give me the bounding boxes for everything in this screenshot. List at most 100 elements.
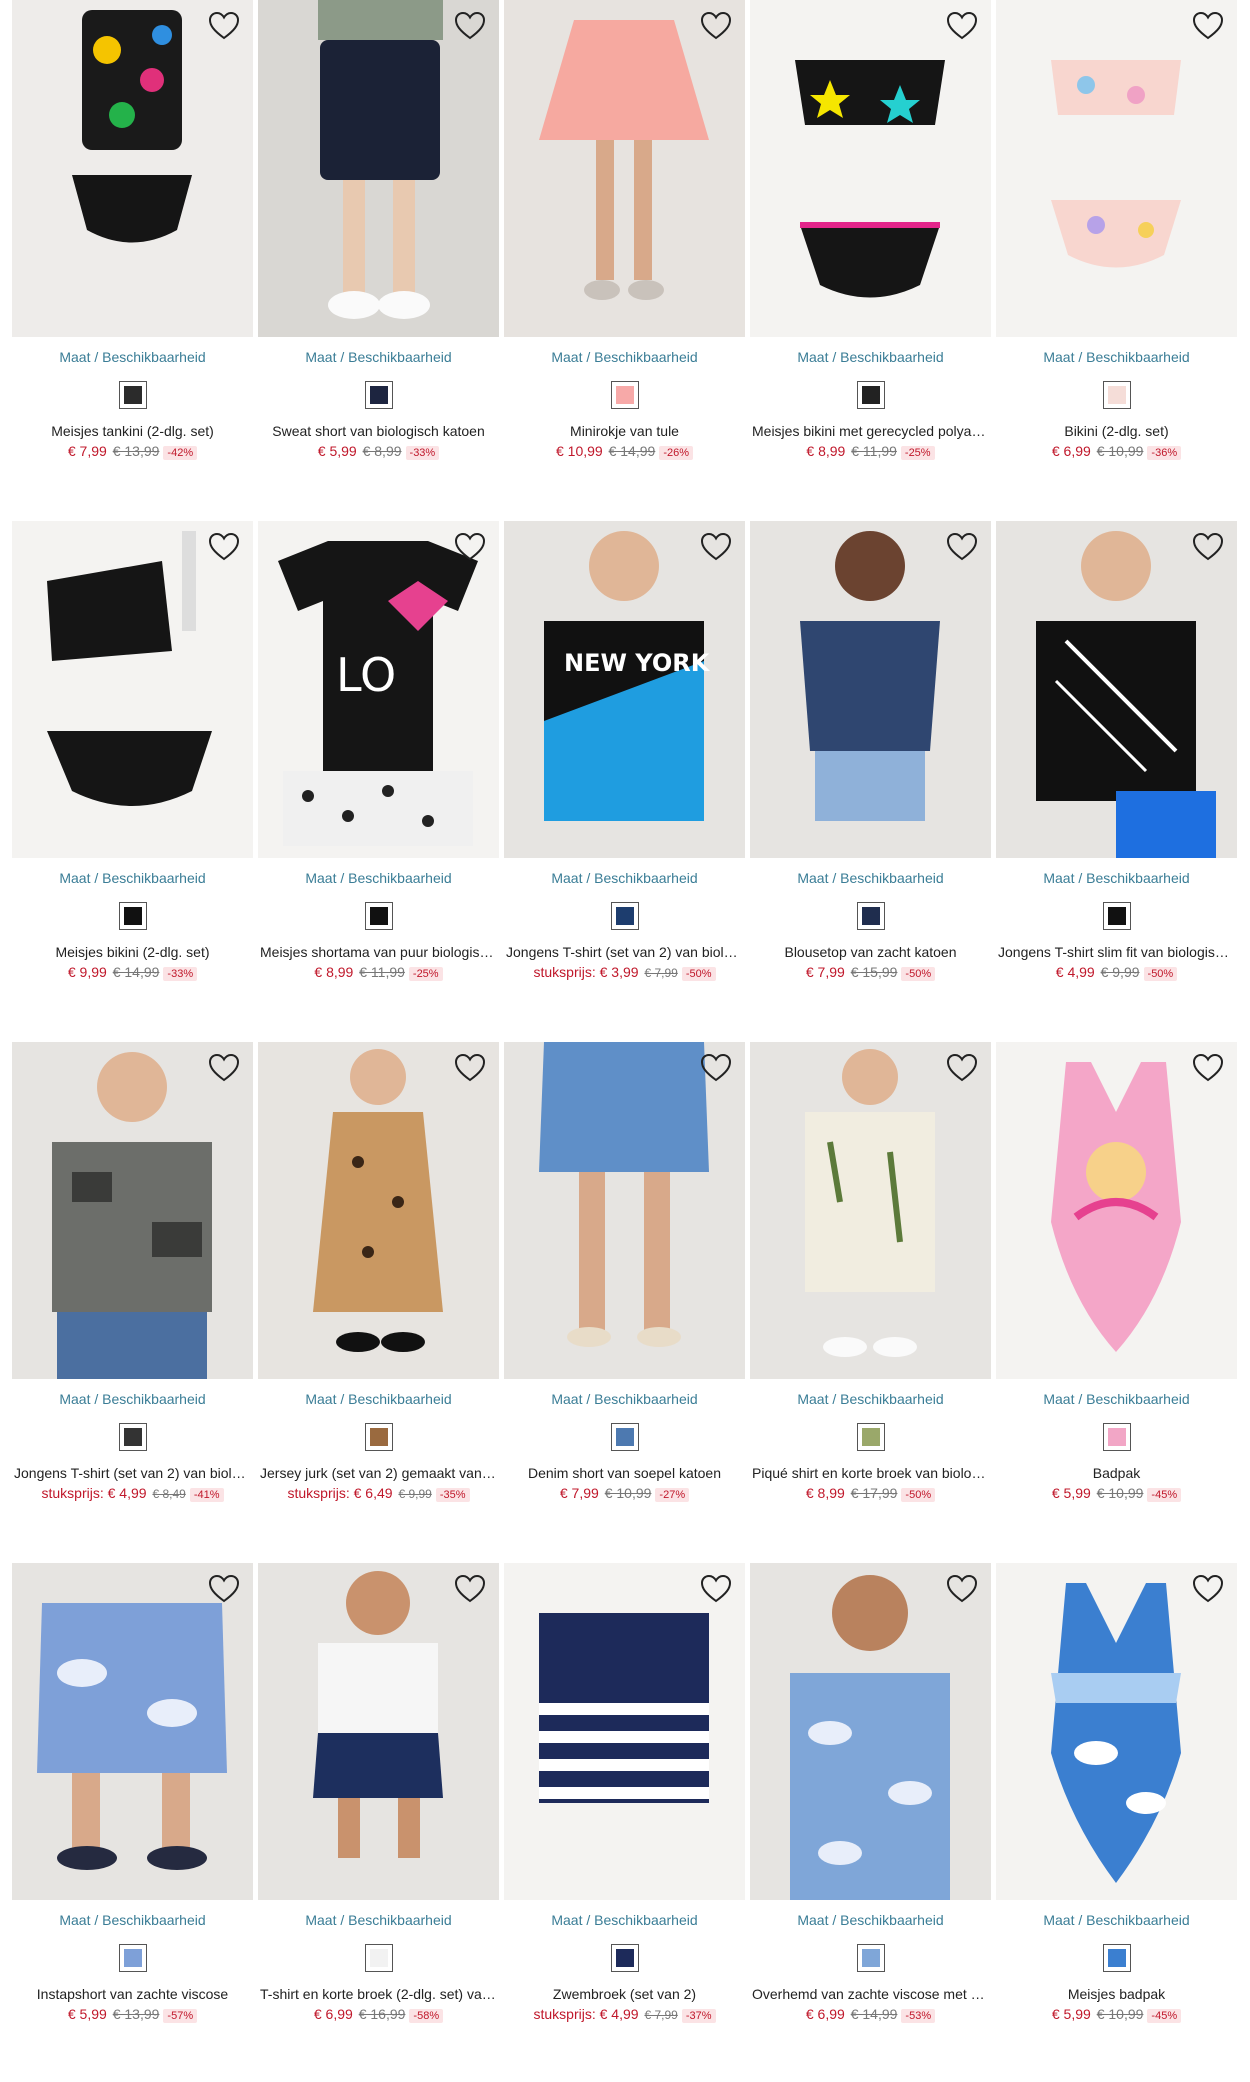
color-swatch[interactable] <box>1102 1423 1131 1451</box>
color-swatch[interactable] <box>856 902 885 930</box>
favorite-heart-icon[interactable] <box>453 531 487 563</box>
size-availability-link[interactable]: Maat / Beschikbaarheid <box>750 870 991 888</box>
product-title[interactable]: Jongens T-shirt (set van 2) van biologis… <box>504 944 745 960</box>
favorite-heart-icon[interactable] <box>699 531 733 563</box>
color-swatch[interactable] <box>856 381 885 409</box>
size-availability-link[interactable]: Maat / Beschikbaarheid <box>504 870 745 888</box>
product-title[interactable]: T-shirt en korte broek (2-dlg. set) van … <box>258 1986 499 2002</box>
size-availability-link[interactable]: Maat / Beschikbaarheid <box>258 1912 499 1930</box>
product-image[interactable] <box>996 521 1237 858</box>
color-swatch[interactable] <box>118 1423 147 1451</box>
size-availability-link[interactable]: Maat / Beschikbaarheid <box>504 1912 745 1930</box>
product-card[interactable]: Maat / Beschikbaarheid Piqué shirt en kor… <box>750 1042 991 1502</box>
product-card[interactable]: Maat / Beschikbaarheid Overhemd van zacht… <box>750 1563 991 2023</box>
product-title[interactable]: Meisjes bikini (2-dlg. set) <box>12 944 253 960</box>
product-card[interactable]: Maat / Beschikbaarheid Badpak € 5,99 € 10,… <box>996 1042 1237 1502</box>
product-card[interactable]: Maat / Beschikbaarheid Meisjes bikini (2-… <box>12 521 253 981</box>
favorite-heart-icon[interactable] <box>207 531 241 563</box>
size-availability-link[interactable]: Maat / Beschikbaarheid <box>996 870 1237 888</box>
product-title[interactable]: Jersey jurk (set van 2) gemaakt van biol… <box>258 1465 499 1481</box>
product-image[interactable]: LO <box>258 521 499 858</box>
size-availability-link[interactable]: Maat / Beschikbaarheid <box>258 1391 499 1409</box>
product-title[interactable]: Jongens T-shirt (set van 2) van biologis… <box>12 1465 253 1481</box>
size-availability-link[interactable]: Maat / Beschikbaarheid <box>12 1391 253 1409</box>
product-title[interactable]: Meisjes shortama van puur biologisch kat… <box>258 944 499 960</box>
color-swatch[interactable] <box>118 381 147 409</box>
size-availability-link[interactable]: Maat / Beschikbaarheid <box>996 1912 1237 1930</box>
color-swatch[interactable] <box>610 381 639 409</box>
product-title[interactable]: Badpak <box>996 1465 1237 1481</box>
color-swatch[interactable] <box>118 902 147 930</box>
size-availability-link[interactable]: Maat / Beschikbaarheid <box>12 1912 253 1930</box>
size-availability-link[interactable]: Maat / Beschikbaarheid <box>750 349 991 367</box>
product-image[interactable] <box>12 1563 253 1900</box>
size-availability-link[interactable]: Maat / Beschikbaarheid <box>12 349 253 367</box>
product-card[interactable]: LO Maat / Beschikbaarheid Meisjes shortama… <box>258 521 499 981</box>
product-image[interactable] <box>258 1563 499 1900</box>
favorite-heart-icon[interactable] <box>699 1052 733 1084</box>
favorite-heart-icon[interactable] <box>207 10 241 42</box>
color-swatch[interactable] <box>1102 381 1131 409</box>
product-card[interactable]: Maat / Beschikbaarheid T-shirt en korte b… <box>258 1563 499 2023</box>
product-image[interactable] <box>504 1042 745 1379</box>
product-title[interactable]: Denim short van soepel katoen <box>504 1465 745 1481</box>
product-card[interactable]: Maat / Beschikbaarheid Jongens T-shirt sl… <box>996 521 1237 981</box>
product-card[interactable]: Maat / Beschikbaarheid Zwembroek (set van… <box>504 1563 745 2023</box>
product-card[interactable]: Maat / Beschikbaarheid Meisjes bikini met… <box>750 0 991 460</box>
color-swatch[interactable] <box>856 1423 885 1451</box>
color-swatch[interactable] <box>364 902 393 930</box>
color-swatch[interactable] <box>610 1423 639 1451</box>
product-title[interactable]: Bikini (2-dlg. set) <box>996 423 1237 439</box>
product-card[interactable]: Maat / Beschikbaarheid Jersey jurk (set v… <box>258 1042 499 1502</box>
color-swatch[interactable] <box>364 1944 393 1972</box>
favorite-heart-icon[interactable] <box>699 10 733 42</box>
product-card[interactable]: Maat / Beschikbaarheid Meisjes tankini (2… <box>12 0 253 460</box>
size-availability-link[interactable]: Maat / Beschikbaarheid <box>504 349 745 367</box>
product-image[interactable] <box>258 1042 499 1379</box>
product-card[interactable]: Maat / Beschikbaarheid Instapshort van za… <box>12 1563 253 2023</box>
size-availability-link[interactable]: Maat / Beschikbaarheid <box>258 870 499 888</box>
product-card[interactable]: Maat / Beschikbaarheid Minirokje van tule… <box>504 0 745 460</box>
favorite-heart-icon[interactable] <box>453 10 487 42</box>
product-image[interactable] <box>996 0 1237 337</box>
product-title[interactable]: Instapshort van zachte viscose <box>12 1986 253 2002</box>
favorite-heart-icon[interactable] <box>945 10 979 42</box>
color-swatch[interactable] <box>118 1944 147 1972</box>
product-image[interactable] <box>12 1042 253 1379</box>
favorite-heart-icon[interactable] <box>945 531 979 563</box>
product-image[interactable]: NEW YORK <box>504 521 745 858</box>
product-card[interactable]: Maat / Beschikbaarheid Bikini (2-dlg. set… <box>996 0 1237 460</box>
product-image[interactable] <box>750 1042 991 1379</box>
product-title[interactable]: Minirokje van tule <box>504 423 745 439</box>
product-image[interactable] <box>750 1563 991 1900</box>
product-image[interactable] <box>750 0 991 337</box>
color-swatch[interactable] <box>610 902 639 930</box>
product-card[interactable]: Maat / Beschikbaarheid Denim short van so… <box>504 1042 745 1502</box>
favorite-heart-icon[interactable] <box>699 1573 733 1605</box>
product-title[interactable]: Meisjes badpak <box>996 1986 1237 2002</box>
favorite-heart-icon[interactable] <box>1191 10 1225 42</box>
color-swatch[interactable] <box>1102 1944 1131 1972</box>
color-swatch[interactable] <box>856 1944 885 1972</box>
product-title[interactable]: Zwembroek (set van 2) <box>504 1986 745 2002</box>
favorite-heart-icon[interactable] <box>945 1052 979 1084</box>
product-image[interactable] <box>12 0 253 337</box>
favorite-heart-icon[interactable] <box>207 1052 241 1084</box>
size-availability-link[interactable]: Maat / Beschikbaarheid <box>996 1391 1237 1409</box>
product-card[interactable]: Maat / Beschikbaarheid Jongens T-shirt (s… <box>12 1042 253 1502</box>
product-title[interactable]: Meisjes tankini (2-dlg. set) <box>12 423 253 439</box>
product-card[interactable]: Maat / Beschikbaarheid Sweat short van bi… <box>258 0 499 460</box>
color-swatch[interactable] <box>364 381 393 409</box>
product-title[interactable]: Piqué shirt en korte broek van biologisc… <box>750 1465 991 1481</box>
favorite-heart-icon[interactable] <box>207 1573 241 1605</box>
product-card[interactable]: NEW YORK Maat / Beschikbaarheid Jongens T-… <box>504 521 745 981</box>
favorite-heart-icon[interactable] <box>945 1573 979 1605</box>
favorite-heart-icon[interactable] <box>1191 1052 1225 1084</box>
size-availability-link[interactable]: Maat / Beschikbaarheid <box>750 1912 991 1930</box>
favorite-heart-icon[interactable] <box>453 1573 487 1605</box>
favorite-heart-icon[interactable] <box>453 1052 487 1084</box>
product-title[interactable]: Meisjes bikini met gerecycled polyamide <box>750 423 991 439</box>
favorite-heart-icon[interactable] <box>1191 1573 1225 1605</box>
product-image[interactable] <box>750 521 991 858</box>
product-image[interactable] <box>996 1563 1237 1900</box>
